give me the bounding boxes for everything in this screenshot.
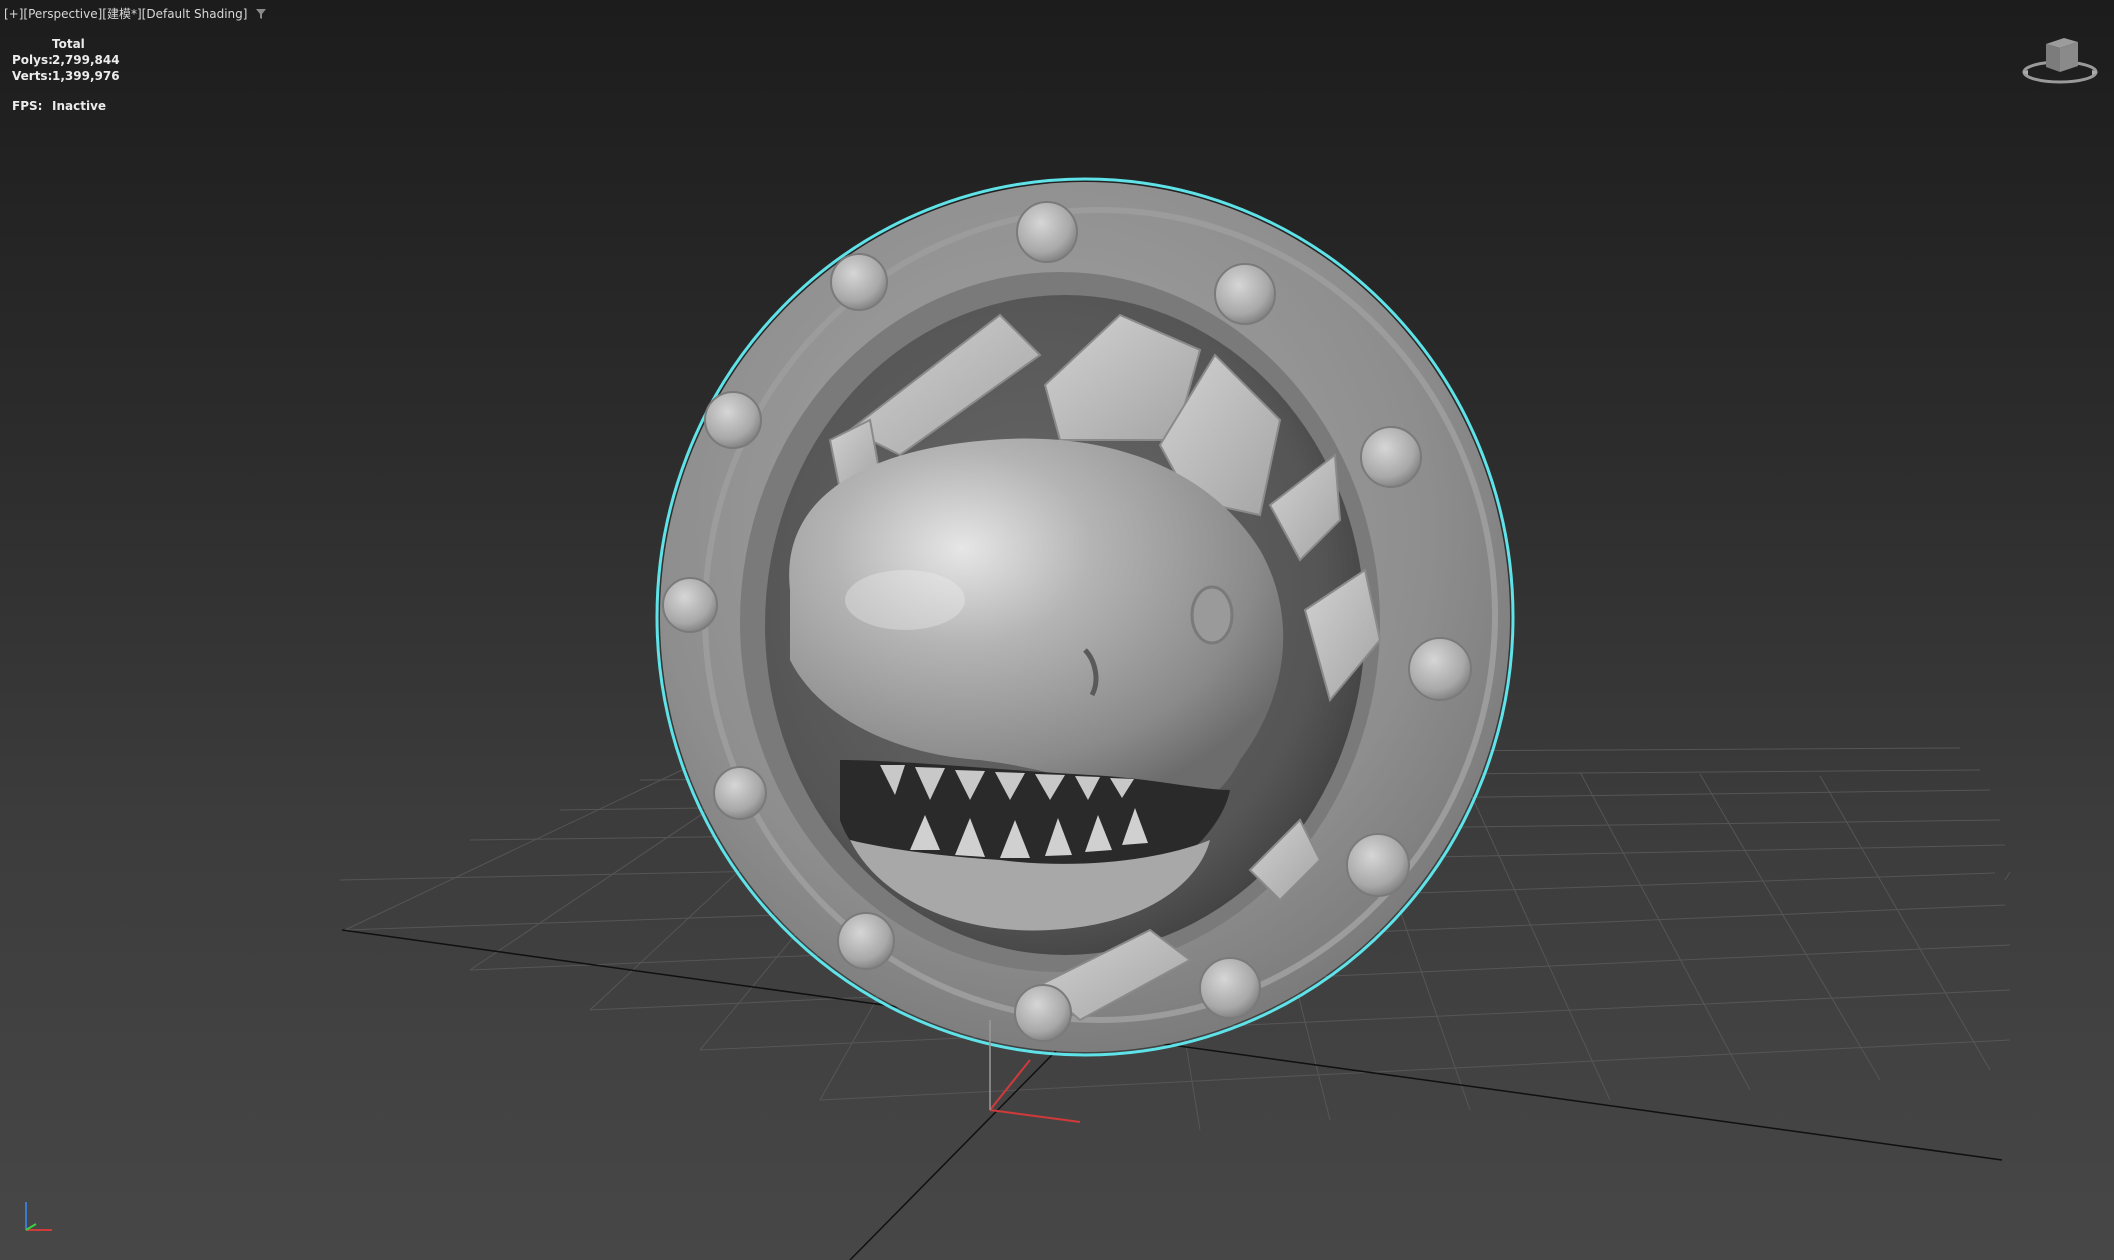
viewport-menu-modeling[interactable]: [建模*] bbox=[102, 5, 141, 22]
viewport-menu-shading[interactable]: [Default Shading] bbox=[142, 7, 248, 21]
viewport-menu-plus[interactable]: [+] bbox=[4, 7, 23, 21]
viewport-statistics: Total Polys: 2,799,844 Verts: 1,399,976 … bbox=[12, 36, 120, 114]
stats-polys-row: Polys: 2,799,844 bbox=[12, 52, 120, 68]
fps-value: Inactive bbox=[52, 99, 107, 113]
polys-label: Polys: bbox=[12, 53, 53, 67]
axis-tripod-icon bbox=[18, 1198, 58, 1238]
stats-fps-row: FPS: Inactive bbox=[12, 98, 120, 114]
viewcube-icon[interactable] bbox=[2020, 30, 2100, 90]
viewport-scene[interactable] bbox=[0, 0, 2114, 1260]
fps-label: FPS: bbox=[12, 99, 43, 113]
filter-icon[interactable] bbox=[255, 8, 267, 20]
verts-label: Verts: bbox=[12, 69, 53, 83]
stats-total-header: Total bbox=[52, 37, 85, 51]
verts-value: 1,399,976 bbox=[52, 69, 120, 83]
viewport-perspective[interactable]: [+] [Perspective] [建模*] [Default Shading… bbox=[0, 0, 2114, 1260]
viewport-label: [+] [Perspective] [建模*] [Default Shading… bbox=[4, 5, 267, 22]
polys-value: 2,799,844 bbox=[52, 53, 120, 67]
stats-verts-row: Verts: 1,399,976 bbox=[12, 68, 120, 84]
viewport-menu-view[interactable]: [Perspective] bbox=[23, 7, 102, 21]
stats-header-row: Total bbox=[12, 36, 120, 52]
shark-eye bbox=[1190, 585, 1234, 645]
